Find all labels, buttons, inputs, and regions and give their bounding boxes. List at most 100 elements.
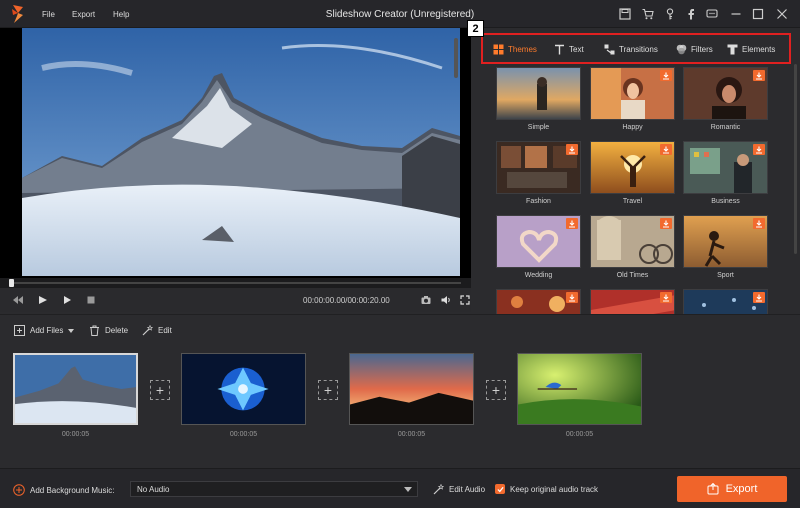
tabs-highlight: Themes Text Transitions Filters Elements (481, 33, 791, 64)
download-icon[interactable] (660, 292, 672, 303)
tab-transitions[interactable]: Transitions (604, 42, 658, 56)
clip-duration: 00:00:05 (397, 431, 426, 438)
tab-label: Elements (742, 44, 776, 54)
clip-duration: 00:00:05 (61, 431, 90, 438)
add-transition-button[interactable]: + (318, 380, 338, 400)
audio-select[interactable]: No Audio (130, 481, 418, 497)
timeline-clip[interactable] (517, 353, 642, 425)
theme-wedding[interactable]: Wedding (496, 215, 581, 279)
add-files-icon (14, 325, 25, 336)
theme-thumbnail[interactable] (683, 289, 768, 314)
theme-sport[interactable]: Sport (683, 215, 768, 279)
theme-fashion[interactable]: Fashion (496, 141, 581, 205)
facebook-icon[interactable] (684, 7, 698, 21)
theme-thumbnail[interactable] (496, 215, 581, 268)
fullscreen-icon[interactable] (459, 294, 471, 306)
theme-item[interactable] (683, 289, 768, 314)
menu-help[interactable]: Help (113, 10, 129, 19)
volume-icon[interactable] (440, 294, 452, 306)
theme-thumbnail[interactable] (496, 67, 581, 120)
download-icon[interactable] (566, 292, 578, 303)
keep-original-label: Keep original audio track (510, 484, 599, 494)
theme-label: Romantic (710, 124, 741, 131)
theme-item[interactable] (496, 289, 581, 314)
seek-track[interactable] (10, 282, 461, 284)
themes-icon (493, 44, 504, 54)
panel-scrollbar[interactable] (794, 64, 797, 254)
menu-export[interactable]: Export (72, 10, 95, 19)
delete-button[interactable]: Delete (89, 325, 128, 336)
download-icon[interactable] (660, 144, 672, 155)
download-icon[interactable] (753, 292, 765, 303)
download-icon[interactable] (660, 218, 672, 229)
theme-travel[interactable]: Travel (590, 141, 675, 205)
timeline-clip[interactable] (349, 353, 474, 425)
theme-thumbnail[interactable] (683, 141, 768, 194)
edit-button[interactable]: Edit (142, 325, 172, 336)
add-transition-button[interactable]: + (486, 380, 506, 400)
timeline-clip[interactable] (13, 353, 138, 425)
export-label: Export (725, 483, 758, 495)
play-icon[interactable] (61, 294, 73, 306)
timeline: 00:00:05 + 00:00:05 + 00:00:05 + 00:00:0… (0, 344, 800, 468)
key-icon[interactable] (663, 7, 677, 21)
theme-thumbnail[interactable] (590, 215, 675, 268)
clip-duration: 00:00:05 (229, 431, 258, 438)
save-icon[interactable] (618, 7, 632, 21)
theme-old-times[interactable]: Old Times (590, 215, 675, 279)
minimize-icon[interactable] (729, 7, 743, 21)
seek-bar[interactable] (0, 278, 471, 288)
play-all-icon[interactable] (37, 294, 49, 306)
download-icon[interactable] (566, 218, 578, 229)
download-icon[interactable] (566, 144, 578, 155)
theme-thumbnail[interactable] (590, 289, 675, 314)
camera-icon[interactable] (420, 294, 432, 306)
add-files-button[interactable]: Add Files (14, 325, 75, 336)
tab-themes[interactable]: Themes (493, 42, 537, 56)
theme-thumbnail[interactable] (496, 141, 581, 194)
chat-icon[interactable] (705, 7, 719, 21)
theme-thumbnail[interactable] (590, 67, 675, 120)
app-logo-icon (10, 5, 26, 23)
edit-audio-button[interactable]: Edit Audio (433, 484, 485, 495)
export-button[interactable]: Export (677, 476, 787, 502)
theme-label: Travel (622, 198, 643, 205)
export-icon (707, 483, 719, 495)
theme-business[interactable]: Business (683, 141, 768, 205)
close-icon[interactable] (775, 7, 789, 21)
theme-thumbnail[interactable] (683, 67, 768, 120)
theme-happy[interactable]: Happy (590, 67, 675, 131)
rewind-icon[interactable] (12, 294, 24, 306)
theme-thumbnail[interactable] (683, 215, 768, 268)
download-icon[interactable] (660, 70, 672, 81)
timecode: 00:00:00.00/00:00:20.00 (303, 296, 390, 305)
tab-elements[interactable]: Elements (727, 42, 775, 56)
menu-file[interactable]: File (42, 10, 55, 19)
tab-label: Themes (508, 44, 537, 54)
theme-thumbnail[interactable] (590, 141, 675, 194)
download-icon[interactable] (753, 70, 765, 81)
maximize-icon[interactable] (751, 7, 765, 21)
theme-simple[interactable]: Simple (496, 67, 581, 131)
timeline-clip[interactable] (181, 353, 306, 425)
cart-icon[interactable] (641, 7, 655, 21)
add-background-music[interactable]: Add Background Music: (13, 484, 115, 496)
magic-wand-icon (433, 484, 444, 495)
clip-duration: 00:00:05 (565, 431, 594, 438)
theme-label: Simple (527, 124, 550, 131)
seek-thumb[interactable] (9, 279, 14, 287)
add-transition-button[interactable]: + (150, 380, 170, 400)
theme-romantic[interactable]: Romantic (683, 67, 768, 131)
tab-filters[interactable]: Filters (676, 42, 713, 56)
theme-item[interactable] (590, 289, 675, 314)
video-preview (0, 28, 471, 278)
checkbox-checked-icon[interactable] (495, 484, 505, 494)
stop-icon[interactable] (85, 294, 97, 306)
download-icon[interactable] (753, 218, 765, 229)
theme-label: Business (711, 198, 740, 205)
tab-text[interactable]: Text (554, 42, 584, 56)
timeline-toolbar: Add Files Delete Edit (0, 314, 800, 344)
keep-original-audio-checkbox[interactable]: Keep original audio track (495, 484, 598, 494)
theme-thumbnail[interactable] (496, 289, 581, 314)
download-icon[interactable] (753, 144, 765, 155)
